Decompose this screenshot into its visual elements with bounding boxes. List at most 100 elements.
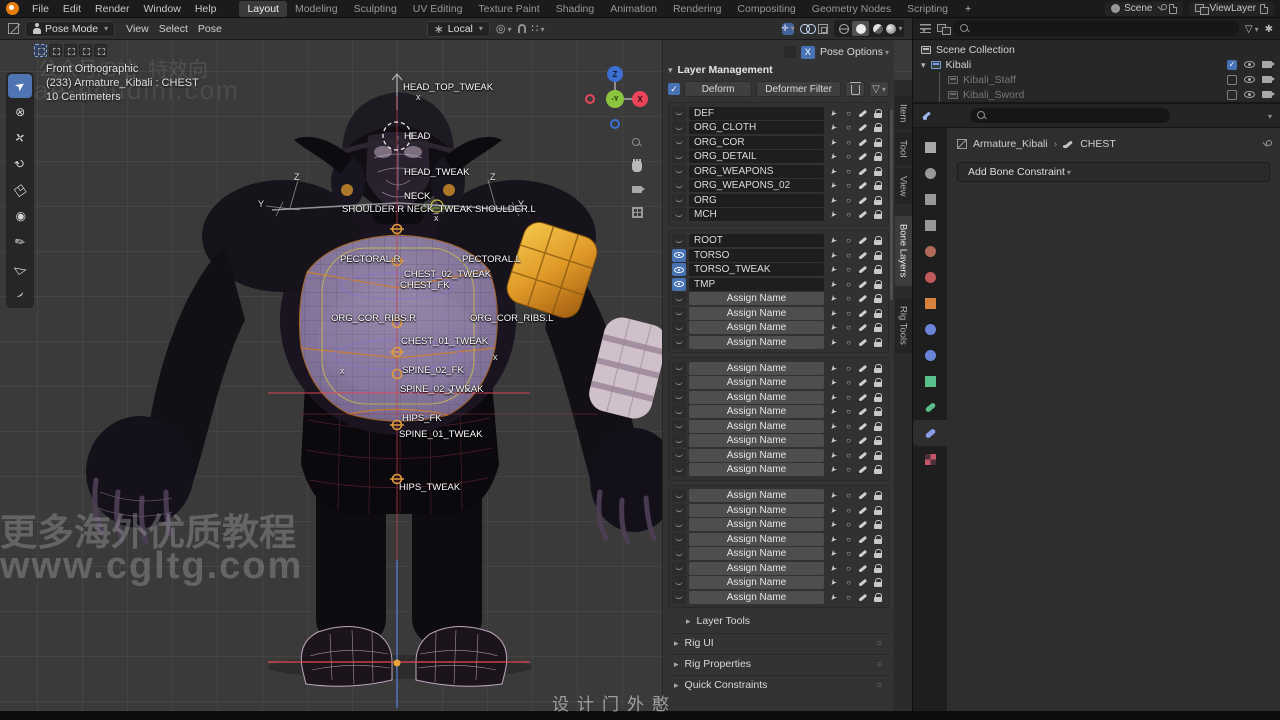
layer-name-field[interactable]: Assign Name xyxy=(689,306,824,320)
layer-visibility-toggle[interactable] xyxy=(672,376,686,389)
layer-row[interactable]: Assign Name xyxy=(672,321,885,334)
lock-icon[interactable] xyxy=(872,150,885,163)
assign-name-button[interactable]: Assign Name xyxy=(689,518,824,531)
shading-material-button[interactable] xyxy=(869,21,886,36)
layer-row[interactable]: Assign Name xyxy=(672,390,885,404)
select-bones-icon[interactable] xyxy=(827,150,840,163)
lock-icon[interactable] xyxy=(872,307,885,320)
layer-visibility-toggle[interactable] xyxy=(672,463,686,476)
3d-viewport[interactable]: 公众号/B站_特效向 ae-houdini.com 更多海外优质教程 www.c… xyxy=(0,40,912,711)
render-camera-icon[interactable] xyxy=(1262,76,1275,83)
select-invert-button[interactable] xyxy=(79,44,92,57)
select-bones-icon[interactable] xyxy=(827,562,840,575)
hide-eye-icon[interactable] xyxy=(1244,91,1255,98)
layer-management-panel-header[interactable]: Layer Management xyxy=(668,61,889,79)
breadcrumb-object[interactable]: Armature_Kibali xyxy=(973,138,1048,150)
workspace-tab[interactable]: Sculpting xyxy=(346,1,405,17)
select-bones-icon[interactable] xyxy=(827,321,840,334)
assign-name-button[interactable]: Assign Name xyxy=(689,547,824,560)
layer-row[interactable]: Assign Name xyxy=(672,463,885,476)
layer-visibility-toggle[interactable] xyxy=(672,405,686,418)
assign-name-button[interactable]: Assign Name xyxy=(689,503,824,517)
bone-icon[interactable] xyxy=(857,489,870,502)
solo-layer-icon[interactable] xyxy=(842,165,855,178)
select-bones-icon[interactable] xyxy=(827,165,840,178)
layer-row[interactable]: ORG_DETAIL xyxy=(672,150,885,163)
layer-visibility-toggle[interactable] xyxy=(672,434,686,447)
layer-row[interactable]: Assign Name xyxy=(672,434,885,447)
assign-name-button[interactable]: Assign Name xyxy=(689,576,824,589)
bone-icon[interactable] xyxy=(857,518,870,531)
select-bones-icon[interactable] xyxy=(827,179,840,192)
tab-world[interactable] xyxy=(913,264,947,290)
outliner-search-input[interactable] xyxy=(953,21,1239,36)
layer-name-field[interactable]: TMP xyxy=(689,277,824,291)
tab-object-constraints[interactable] xyxy=(913,316,947,342)
rig-options-icon[interactable] xyxy=(783,46,796,58)
outliner-row-kibali-sword[interactable]: Kibali_Sword xyxy=(940,87,1280,102)
solo-layer-icon[interactable] xyxy=(842,420,855,433)
lock-icon[interactable] xyxy=(872,263,885,276)
gizmo-x-axis[interactable]: X xyxy=(632,91,648,107)
bone-icon[interactable] xyxy=(857,547,870,560)
solo-layer-icon[interactable] xyxy=(842,121,855,134)
tab-texture[interactable] xyxy=(913,446,947,472)
layer-visibility-toggle[interactable] xyxy=(672,292,686,305)
workspace-tab[interactable]: Animation xyxy=(602,1,665,17)
lock-icon[interactable] xyxy=(872,208,885,221)
solo-layer-icon[interactable] xyxy=(842,591,855,604)
gizmo-neg-z-axis[interactable] xyxy=(610,119,620,129)
panel-grip-icon[interactable]: ≡ xyxy=(877,659,883,669)
lock-icon[interactable] xyxy=(872,121,885,134)
pin-icon[interactable] xyxy=(1156,4,1168,13)
lock-icon[interactable] xyxy=(872,562,885,575)
lock-icon[interactable] xyxy=(872,249,885,262)
camera-view-button[interactable] xyxy=(628,180,646,198)
solo-layer-icon[interactable] xyxy=(842,234,855,247)
layer-row[interactable]: Assign Name xyxy=(672,376,885,389)
layer-row[interactable]: Assign Name xyxy=(672,335,885,349)
pose-options-dropdown[interactable]: Pose Options xyxy=(820,46,889,58)
workspace-tab[interactable]: Scripting xyxy=(899,1,956,17)
layer-visibility-toggle[interactable] xyxy=(672,419,686,433)
select-bones-icon[interactable] xyxy=(827,292,840,305)
layer-visibility-toggle[interactable] xyxy=(672,503,686,517)
properties-search-input[interactable] xyxy=(970,108,1170,123)
hide-eye-icon[interactable] xyxy=(1244,61,1255,68)
tool-move[interactable]: ✛ xyxy=(8,126,32,150)
select-bones-icon[interactable] xyxy=(827,362,840,375)
lock-icon[interactable] xyxy=(872,278,885,291)
menu-item[interactable]: Window xyxy=(136,3,187,15)
gizmo-z-axis[interactable]: Z xyxy=(607,66,623,82)
outliner-filter-icon[interactable] xyxy=(937,24,951,35)
layer-row[interactable]: Assign Name xyxy=(672,489,885,502)
workspace-tab[interactable]: Rendering xyxy=(665,1,729,17)
tab-bone[interactable] xyxy=(913,394,947,420)
panel-grip-icon[interactable]: ≡ xyxy=(877,680,883,690)
tab-physics[interactable] xyxy=(913,342,947,368)
sidebar-tab[interactable]: Tool xyxy=(894,132,912,166)
menu-item[interactable]: Render xyxy=(88,3,136,15)
bone-icon[interactable] xyxy=(857,136,870,149)
solo-layer-icon[interactable] xyxy=(842,518,855,531)
select-bones-icon[interactable] xyxy=(827,234,840,247)
bone-icon[interactable] xyxy=(857,463,870,476)
xray-toggle[interactable] xyxy=(818,23,828,34)
tool-rotate[interactable]: ↻ xyxy=(8,152,32,176)
select-bones-icon[interactable] xyxy=(827,463,840,476)
solo-layer-icon[interactable] xyxy=(842,576,855,589)
layer-visibility-toggle[interactable] xyxy=(672,121,686,134)
lock-icon[interactable] xyxy=(872,362,885,375)
bone-icon[interactable] xyxy=(857,292,870,305)
bone-icon[interactable] xyxy=(857,591,870,604)
viewport-menu-item[interactable]: Pose xyxy=(193,23,227,35)
workspace-tab[interactable]: Geometry Nodes xyxy=(804,1,899,17)
workspace-tab[interactable]: Texture Paint xyxy=(470,1,547,17)
assign-name-button[interactable]: Assign Name xyxy=(689,532,824,546)
solo-layer-icon[interactable] xyxy=(842,208,855,221)
collapsed-panel-header[interactable]: Rig UI ≡ xyxy=(668,633,889,651)
tab-output[interactable] xyxy=(913,186,947,212)
viewport-menu-item[interactable]: Select xyxy=(154,23,193,35)
assign-name-button[interactable]: Assign Name xyxy=(689,434,824,447)
lock-icon[interactable] xyxy=(872,234,885,247)
